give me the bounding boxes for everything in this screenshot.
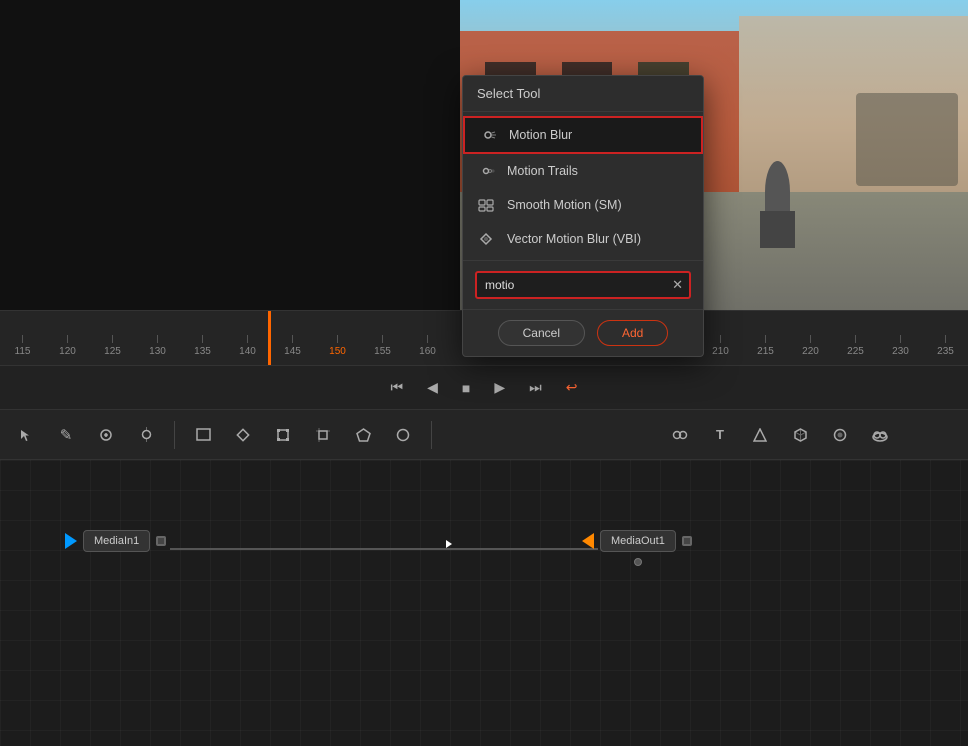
- vector-motion-blur-label: Vector Motion Blur (VBI): [507, 232, 641, 246]
- vector-motion-blur-icon: [475, 230, 497, 248]
- search-input[interactable]: [477, 273, 666, 297]
- motion-trails-item[interactable]: Motion Trails: [463, 154, 703, 188]
- select-tool-dialog: Select Tool Motion Blur: [462, 75, 704, 357]
- add-button[interactable]: Add: [597, 320, 668, 346]
- search-clear-button[interactable]: ✕: [666, 277, 689, 293]
- smooth-motion-label: Smooth Motion (SM): [507, 198, 622, 212]
- motion-trails-icon: [475, 162, 497, 180]
- dialog-title: Select Tool: [463, 76, 703, 112]
- motion-blur-item[interactable]: Motion Blur: [463, 116, 703, 154]
- smooth-motion-icon: [475, 196, 497, 214]
- search-wrapper: ✕: [475, 271, 691, 299]
- dialog-item-list: Motion Blur Motion Trails: [463, 112, 703, 260]
- dialog-action-buttons: Cancel Add: [463, 310, 703, 356]
- motion-blur-label: Motion Blur: [509, 128, 572, 142]
- cancel-button[interactable]: Cancel: [498, 320, 585, 346]
- smooth-motion-item[interactable]: Smooth Motion (SM): [463, 188, 703, 222]
- motion-blur-icon: [477, 126, 499, 144]
- vector-motion-blur-item[interactable]: Vector Motion Blur (VBI): [463, 222, 703, 256]
- dialog-overlay: Select Tool Motion Blur: [0, 0, 968, 746]
- motion-trails-label: Motion Trails: [507, 164, 578, 178]
- dialog-search-area: ✕: [463, 260, 703, 310]
